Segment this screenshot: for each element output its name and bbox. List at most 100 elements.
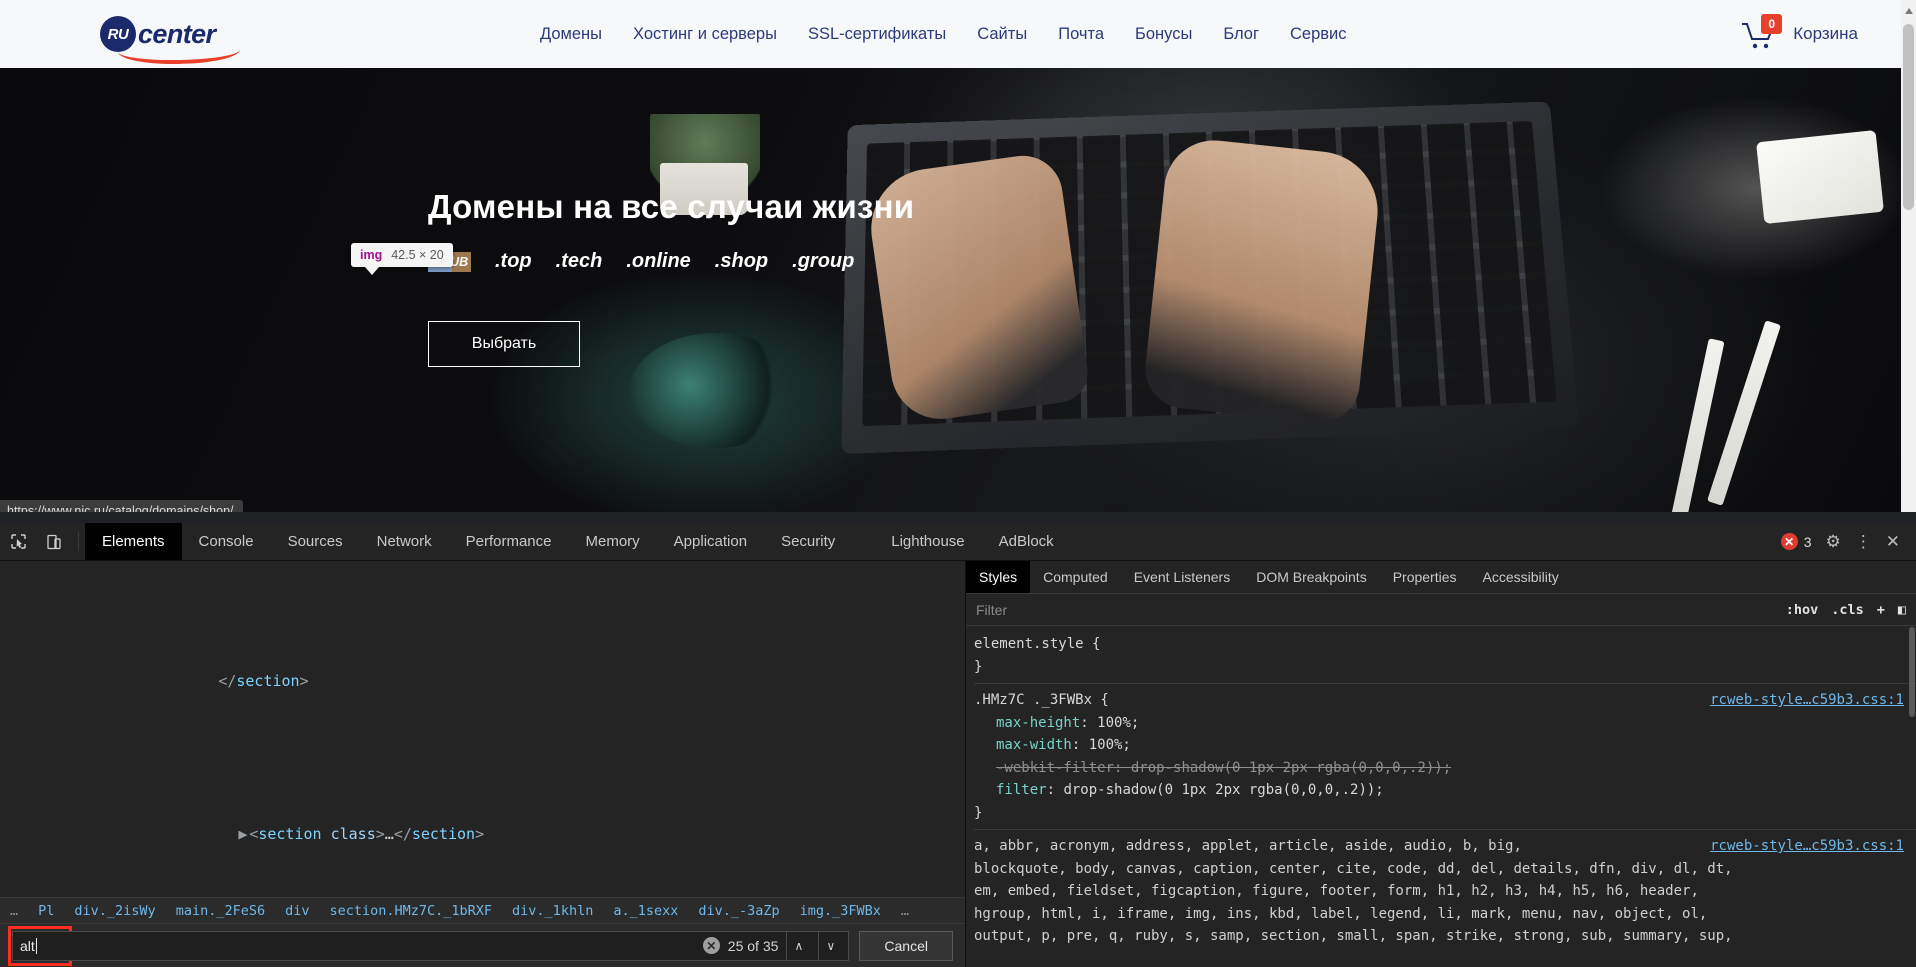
nav-item-hosting[interactable]: Хостинг и серверы bbox=[633, 25, 777, 44]
styles-filter-input[interactable]: Filter bbox=[976, 602, 1786, 618]
tld-shop[interactable]: .shop bbox=[715, 250, 768, 273]
settings-gear-icon[interactable]: ⚙ bbox=[1826, 533, 1841, 550]
page-scrollbar[interactable] bbox=[1901, 0, 1916, 512]
tld-tech[interactable]: .tech bbox=[556, 250, 603, 273]
css-selector: element.style { bbox=[974, 636, 1101, 652]
styles-scrollbar[interactable] bbox=[1908, 627, 1916, 967]
cart-label: Корзина bbox=[1793, 24, 1858, 43]
breadcrumb-item-a1sexx[interactable]: a._1sexx bbox=[603, 903, 688, 919]
new-style-rule-icon[interactable]: + bbox=[1877, 602, 1885, 618]
tab-dom-breakpoints[interactable]: DOM Breakpoints bbox=[1243, 561, 1379, 593]
toggle-hov-button[interactable]: :hov bbox=[1786, 602, 1819, 618]
tld-online[interactable]: .online bbox=[626, 250, 690, 273]
toggle-cls-button[interactable]: .cls bbox=[1831, 602, 1864, 618]
css-value: 100%; bbox=[1088, 737, 1131, 753]
breadcrumb-item-div3azp[interactable]: div._-3aZp bbox=[688, 903, 789, 919]
tab-properties[interactable]: Properties bbox=[1380, 561, 1470, 593]
dom-breadcrumb: … Pl div._2isWy main._2FeS6 div section.… bbox=[0, 897, 965, 923]
search-match-count: 25 of 35 bbox=[727, 937, 779, 954]
breadcrumb-item-img[interactable]: img._3FWBx bbox=[790, 903, 891, 919]
breadcrumb-overflow-end[interactable]: … bbox=[891, 903, 919, 919]
tab-network[interactable]: Network bbox=[360, 523, 449, 560]
search-prev-icon[interactable]: ∧ bbox=[786, 931, 810, 960]
text-caret bbox=[35, 937, 37, 954]
breadcrumb-item-div1khln[interactable]: div._1khln bbox=[502, 903, 603, 919]
css-rule-ua-reset[interactable]: rcweb-style…c59b3.css:1 a, abbr, acronym… bbox=[974, 835, 1916, 953]
nav-item-bonuses[interactable]: Бонусы bbox=[1135, 25, 1192, 44]
css-declaration[interactable]: max-width: 100%; bbox=[974, 734, 1916, 757]
breadcrumb-item-div2iswy[interactable]: div._2isWy bbox=[64, 903, 165, 919]
nav-item-mail[interactable]: Почта bbox=[1058, 25, 1104, 44]
css-property: filter bbox=[996, 782, 1047, 798]
tab-console[interactable]: Console bbox=[182, 523, 271, 560]
tab-adblock[interactable]: AdBlock bbox=[982, 523, 1071, 560]
css-declaration[interactable]: max-height: 100%; bbox=[974, 712, 1916, 735]
logo-swoosh-icon bbox=[117, 46, 241, 66]
toggle-sidebar-icon[interactable]: ◧ bbox=[1898, 602, 1906, 618]
close-devtools-icon[interactable]: ✕ bbox=[1886, 533, 1900, 550]
css-value: drop-shadow(0 1px 2px rgba(0,0,0,.2)); bbox=[1130, 759, 1452, 776]
css-rule-element-style[interactable]: element.style { } bbox=[974, 633, 1916, 684]
breadcrumb-item-pl[interactable]: Pl bbox=[28, 903, 64, 919]
search-input[interactable]: alt ✕ 25 of 35 ∧ ∨ bbox=[12, 930, 850, 961]
css-ua-line-0: rcweb-style…c59b3.css:1 a, abbr, acronym… bbox=[974, 835, 1916, 858]
more-options-icon[interactable]: ⋮ bbox=[1855, 533, 1872, 550]
search-next-icon[interactable]: ∨ bbox=[818, 931, 842, 960]
breadcrumb-item-section[interactable]: section.HMz7C._1bRXF bbox=[319, 903, 502, 919]
css-declaration[interactable]: filter: drop-shadow(0 1px 2px rgba(0,0,0… bbox=[974, 779, 1916, 802]
css-source-link[interactable]: rcweb-style…c59b3.css:1 bbox=[1710, 835, 1904, 858]
expand-arrow-icon[interactable]: ▶ bbox=[238, 822, 249, 848]
css-ua-line-1: blockquote, body, canvas, caption, cente… bbox=[974, 860, 1733, 877]
error-count-badge[interactable]: ✕ 3 bbox=[1780, 533, 1812, 550]
tab-security[interactable]: Security bbox=[764, 523, 852, 560]
ru-center-logo[interactable]: RU center bbox=[100, 8, 241, 66]
breadcrumb-item-div[interactable]: div bbox=[275, 903, 319, 919]
styles-scrollbar-thumb[interactable] bbox=[1909, 627, 1915, 717]
tab-sources[interactable]: Sources bbox=[271, 523, 360, 560]
cart-button[interactable]: 0 Корзина bbox=[1741, 0, 1858, 68]
css-property: max-height bbox=[996, 714, 1081, 731]
tab-styles[interactable]: Styles bbox=[966, 561, 1031, 593]
search-cancel-button[interactable]: Cancel bbox=[859, 930, 953, 961]
hero-choose-button[interactable]: Выбрать bbox=[428, 321, 580, 367]
tab-accessibility[interactable]: Accessibility bbox=[1470, 561, 1572, 593]
css-declaration-inactive[interactable]: -webkit-filter: drop-shadow(0 1px 2px rg… bbox=[974, 757, 1916, 780]
tld-group[interactable]: .group bbox=[792, 250, 854, 273]
tab-computed[interactable]: Computed bbox=[1030, 561, 1121, 593]
search-field-wrap: alt ✕ 25 of 35 ∧ ∨ bbox=[8, 925, 850, 966]
clear-search-icon[interactable]: ✕ bbox=[702, 937, 720, 954]
tab-memory[interactable]: Memory bbox=[569, 523, 657, 560]
nav-item-sites[interactable]: Сайты bbox=[977, 25, 1027, 44]
nav-item-domains[interactable]: Домены bbox=[540, 25, 602, 44]
css-property: max-width bbox=[996, 737, 1072, 753]
styles-pane: Styles Computed Event Listeners DOM Brea… bbox=[965, 561, 1916, 967]
element-inspect-tooltip: img 42.5 × 20 bbox=[351, 243, 453, 275]
tab-elements[interactable]: Elements bbox=[85, 523, 182, 560]
breadcrumb-item-main[interactable]: main._2FeS6 bbox=[166, 903, 275, 919]
nav-item-ssl[interactable]: SSL-сертификаты bbox=[808, 25, 946, 44]
toggle-device-toolbar-icon[interactable] bbox=[36, 523, 72, 560]
css-value: drop-shadow(0 1px 2px rgba(0,0,0,.2)); bbox=[1063, 782, 1384, 798]
logo-ru-badge: RU bbox=[100, 16, 136, 52]
tab-lighthouse[interactable]: Lighthouse bbox=[874, 523, 981, 560]
tld-top[interactable]: .top bbox=[495, 250, 532, 273]
devtools-body: </section> ▶<section class>…</section> ▼… bbox=[0, 561, 1916, 967]
nav-item-blog[interactable]: Блог bbox=[1223, 25, 1259, 44]
scroll-up-arrow-icon[interactable] bbox=[1905, 8, 1913, 14]
styles-filter-row: Filter :hov .cls + ◧ bbox=[966, 594, 1916, 626]
hero-banner: Домены на все случаи жизни .CLUB .top .t… bbox=[0, 68, 1916, 512]
page-scrollbar-thumb[interactable] bbox=[1903, 24, 1914, 210]
breadcrumb-overflow-start[interactable]: … bbox=[0, 903, 28, 919]
tab-performance[interactable]: Performance bbox=[449, 523, 569, 560]
tab-application[interactable]: Application bbox=[657, 523, 764, 560]
hero-text-block: Домены на все случаи жизни .CLUB .top .t… bbox=[428, 188, 1188, 367]
dom-row[interactable]: </section> bbox=[0, 644, 965, 721]
nav-item-service[interactable]: Сервис bbox=[1290, 25, 1347, 44]
styles-tabbar: Styles Computed Event Listeners DOM Brea… bbox=[966, 561, 1916, 594]
inspect-element-icon[interactable] bbox=[0, 523, 36, 560]
tab-event-listeners[interactable]: Event Listeners bbox=[1121, 561, 1244, 593]
css-rule-hmz7c[interactable]: rcweb-style…c59b3.css:1 .HMz7C ._3FWBx {… bbox=[974, 689, 1916, 830]
dom-row[interactable]: ▶ <section class>…</section> bbox=[0, 797, 965, 874]
cart-icon: 0 bbox=[1741, 14, 1783, 51]
css-source-link[interactable]: rcweb-style…c59b3.css:1 bbox=[1710, 689, 1904, 712]
